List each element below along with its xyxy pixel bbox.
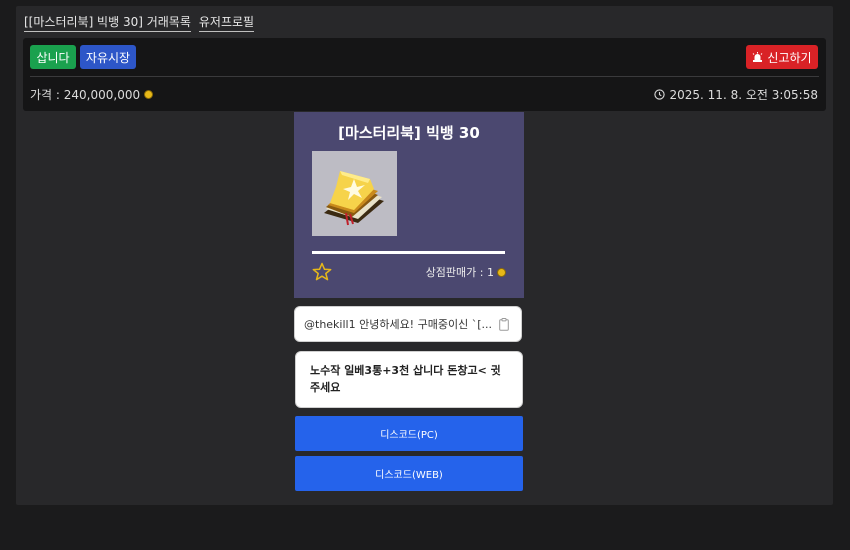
buy-badge-button[interactable]: 삽니다: [30, 45, 76, 69]
breadcrumb-trade-list-link[interactable]: [[마스터리북] 빅뱅 30] 거래목록: [24, 13, 191, 32]
clock-icon: [653, 89, 665, 100]
item-image-frame: [312, 151, 397, 236]
report-button-label: 신고하기: [767, 50, 812, 65]
trade-info-bar: 삽니다 자유시장 신고하기 가격 : 240,000,000 2025. 11.…: [23, 38, 826, 111]
breadcrumb-user-profile-link[interactable]: 유저프로필: [198, 13, 255, 32]
discord-web-button[interactable]: 디스코드(WEB): [295, 456, 523, 491]
item-card: [마스터리북] 빅뱅 30 상점판매가 : 1: [294, 112, 524, 298]
breadcrumb: [[마스터리북] 빅뱅 30] 거래목록 유저프로필: [24, 13, 255, 32]
free-market-button[interactable]: 자유시장: [80, 45, 136, 69]
timestamp-display: 2025. 11. 8. 오전 3:05:58: [653, 86, 819, 103]
divider: [30, 76, 819, 77]
item-title: [마스터리북] 빅뱅 30: [338, 124, 480, 142]
price-text: 가격 : 240,000,000: [30, 88, 141, 102]
shop-price-text: 상점판매가 : 1: [425, 266, 494, 279]
report-button[interactable]: 신고하기: [746, 45, 818, 69]
whisper-message-text: @thekill1 안녕하세요! 구매중이신 `[...: [304, 318, 492, 331]
mastery-book-icon: [324, 171, 384, 226]
discord-pc-button[interactable]: 디스코드(PC): [295, 416, 523, 451]
listing-message: 노수작 일베3통+3천 삽니다 돈창고< 귓 주세요: [295, 351, 523, 408]
whisper-message-copy[interactable]: @thekill1 안녕하세요! 구매중이신 `[...: [294, 306, 522, 342]
item-progress-bar: [312, 251, 505, 254]
shop-price-display: 상점판매가 : 1: [426, 264, 506, 280]
timestamp-text: 2025. 11. 8. 오전 3:05:58: [669, 88, 819, 102]
siren-icon: [753, 51, 763, 62]
coin-icon: [144, 90, 154, 99]
coin-icon: [497, 267, 506, 277]
clipboard-icon[interactable]: [499, 318, 509, 331]
star-icon[interactable]: [312, 262, 332, 282]
price-display: 가격 : 240,000,000: [30, 86, 154, 103]
